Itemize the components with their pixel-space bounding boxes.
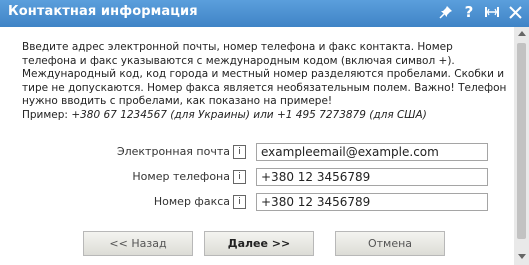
back-button[interactable]: << Назад <box>83 231 193 256</box>
phone-field[interactable] <box>256 168 488 186</box>
titlebar-controls: ? <box>438 3 523 21</box>
fax-field[interactable] <box>256 193 488 211</box>
cancel-button[interactable]: Отмена <box>335 231 445 256</box>
dialog-title: Контактная информация <box>8 4 198 19</box>
phone-row: Номер телефона i <box>0 168 514 187</box>
scroll-down-icon[interactable] <box>518 254 526 259</box>
next-button[interactable]: Далее >> <box>204 231 314 256</box>
vertical-scrollbar[interactable] <box>514 27 529 265</box>
example-text: +380 67 1234567 (для Украины) или +1 495… <box>71 108 427 121</box>
fax-label: Номер факса <box>153 195 230 208</box>
contact-info-dialog: Контактная информация ? Введите адрес эл… <box>0 0 529 265</box>
instructions-body: Введите адрес электронной почты, номер т… <box>22 41 507 108</box>
fax-row: Номер факса i <box>0 193 514 212</box>
info-icon[interactable]: i <box>233 195 246 209</box>
example-label: Пример: <box>22 108 68 121</box>
pin-icon[interactable] <box>438 3 454 21</box>
dialog-titlebar[interactable]: Контактная информация ? <box>0 0 529 27</box>
dialog-content: Введите адрес электронной почты, номер т… <box>0 27 514 265</box>
info-icon[interactable]: i <box>233 170 246 184</box>
email-field[interactable] <box>256 143 488 161</box>
info-icon[interactable]: i <box>233 145 246 159</box>
instructions-text: Введите адрес электронной почты, номер т… <box>22 41 508 123</box>
help-icon[interactable]: ? <box>461 3 477 21</box>
email-label: Электронная почта <box>116 145 230 158</box>
email-row: Электронная почта i <box>0 143 514 162</box>
scroll-up-icon[interactable] <box>518 31 526 36</box>
phone-label: Номер телефона <box>132 170 230 183</box>
close-icon[interactable] <box>507 3 523 21</box>
scroll-thumb[interactable] <box>517 43 526 239</box>
fit-width-icon[interactable] <box>484 3 500 21</box>
